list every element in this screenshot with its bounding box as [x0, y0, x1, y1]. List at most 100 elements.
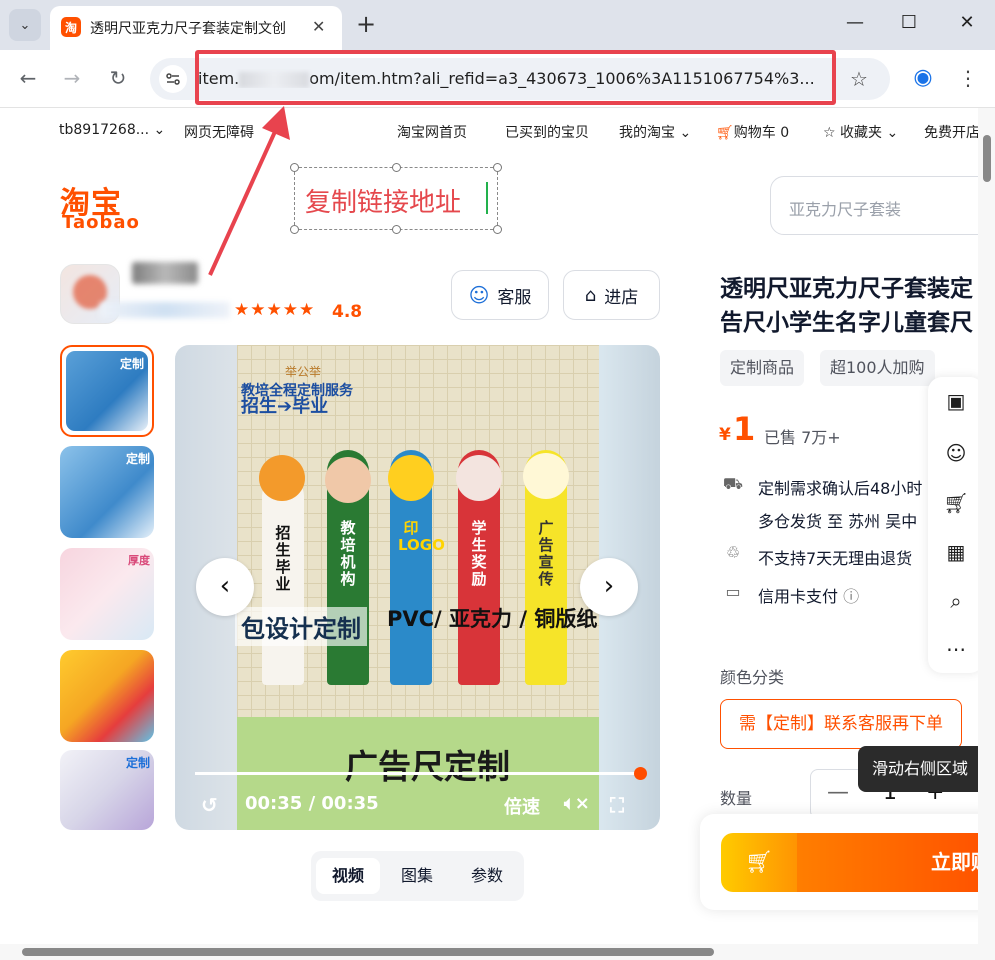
back-arrow-icon[interactable]: ← [16, 66, 40, 90]
rating-value: 4.8 [332, 302, 363, 322]
thumbnail-3[interactable]: 厚度 [60, 548, 154, 640]
video-banner-right: PVC/ 亚克力 / 铜版纸 [387, 607, 598, 631]
favorites-link[interactable]: ☆ 收藏夹 ⌄ [823, 122, 898, 142]
chevron-down-icon: ⌄ [19, 17, 31, 33]
annotation-textbox[interactable]: 复制链接地址 [290, 163, 502, 234]
search-placeholder: 亚克力尺子套装 [789, 200, 902, 219]
new-tab-button[interactable]: + [352, 10, 380, 38]
mascot-rabbit [456, 455, 502, 501]
cart-icon[interactable]: 🛒︎ [942, 489, 970, 517]
taobao-logo-en: Taobao [62, 212, 140, 233]
price-value: 1 [733, 410, 756, 448]
bought-link[interactable]: 已买到的宝贝 [505, 122, 589, 142]
mascot-cat [325, 457, 371, 503]
accessibility-link[interactable]: 网页无障碍 [184, 122, 254, 142]
taobao-site-bar: tb8917268... ⌄ 网页无障碍 淘宝网首页 已买到的宝贝 我的淘宝 ⌄… [0, 108, 995, 152]
add-to-cart-button[interactable]: 🛒︎ [721, 833, 797, 892]
mascot-bun [523, 453, 569, 499]
shop-name-redacted[interactable] [132, 262, 198, 284]
progress-handle[interactable] [634, 767, 647, 780]
custom-tag: 定制商品 [720, 350, 805, 386]
cart-icon: 🛒︎ [716, 125, 734, 141]
text-cursor [486, 182, 488, 214]
chat-icon[interactable]: ☺ [942, 439, 970, 467]
minimize-button[interactable]: — [843, 12, 867, 33]
url-highlight-box [195, 50, 836, 105]
tab-gallery[interactable]: 图集 [385, 858, 449, 894]
search-list-icon[interactable]: ⌕ [942, 587, 970, 615]
buy-now-button[interactable]: 立即购买 [797, 833, 995, 892]
price-symbol: ¥ [719, 425, 731, 445]
return-policy: 不支持7天无理由退货 [758, 549, 913, 568]
prev-arrow-button[interactable]: ‹ [196, 558, 254, 616]
product-video[interactable]: 教培全程定制服务 招生➔毕业 举公举 招生毕业 教培机构 印LOGO 学生奖励 … [175, 345, 660, 830]
enter-shop-button[interactable]: ⌂ 进店 [563, 270, 660, 320]
chat-bot-icon: ☺ [468, 283, 490, 307]
product-title: 透明尺亚克力尺子套装定 告尺小学生名字儿童套尺 [720, 276, 973, 336]
forward-arrow-icon[interactable]: → [60, 66, 84, 90]
bookmark-star-icon[interactable]: ☆ [850, 67, 868, 91]
browser-tab[interactable]: 淘 透明尺亚克力尺子套装定制文创 ✕ [50, 6, 342, 50]
shipping-info: 定制需求确认后48小时 [758, 479, 923, 498]
tab-search-button[interactable]: ⌄ [9, 9, 41, 41]
thumbnail-2[interactable]: 定制 [60, 446, 154, 538]
menu-kebab-icon[interactable]: ⋮ [956, 66, 980, 90]
mute-icon[interactable]: 🔈︎× [564, 793, 590, 814]
mascot-chick [388, 455, 434, 501]
sku-option-button[interactable]: 需【定制】联系客服再下单 [720, 699, 962, 749]
home-link[interactable]: 淘宝网首页 [397, 122, 467, 142]
popularity-tag: 超100人加购 [820, 350, 935, 386]
speed-button[interactable]: 倍速 [504, 793, 540, 819]
enter-shop-label: 进店 [604, 287, 639, 308]
my-taobao-link[interactable]: 我的淘宝 ⌄ [619, 122, 691, 142]
cart-plus-icon: 🛒︎ [745, 850, 773, 875]
floating-toolbar: ▣ ☺ 🛒︎ ▦ ⌕ ⋯ [928, 377, 984, 673]
decrease-button[interactable]: — [827, 780, 849, 805]
annotation-text: 复制链接地址 [305, 188, 462, 218]
mascot-fox [259, 455, 305, 501]
thumbnail-1[interactable]: 定制 [60, 345, 154, 437]
replay-icon[interactable]: ↺ [201, 793, 218, 817]
info-icon: ⓘ [843, 587, 860, 606]
purchase-bar: 🛒︎ 立即购买 [700, 814, 995, 910]
video-brand: 举公举 [285, 365, 322, 379]
maximize-button[interactable]: ☐ [897, 12, 921, 33]
more-icon[interactable]: ⋯ [942, 635, 970, 663]
rating-stars: ★★★★★ [234, 300, 316, 320]
sold-count: 已售 7万+ [764, 428, 841, 447]
customer-service-button[interactable]: ☺ 客服 [451, 270, 549, 320]
close-tab-icon[interactable]: ✕ [312, 17, 325, 36]
user-account-link[interactable]: tb8917268... ⌄ [59, 122, 165, 138]
shop-icon: ⌂ [584, 284, 597, 306]
search-input[interactable]: 亚克力尺子套装 [770, 176, 995, 235]
horizontal-scrollbar[interactable] [0, 944, 978, 960]
color-category-label: 颜色分类 [720, 668, 785, 687]
profile-icon[interactable]: ◉ [911, 66, 935, 90]
video-banner-left: 包设计定制 [235, 607, 367, 646]
reload-icon[interactable]: ↻ [106, 66, 130, 90]
service-label: 客服 [497, 287, 532, 308]
taobao-favicon-icon: 淘 [61, 17, 81, 37]
next-arrow-button[interactable]: › [580, 558, 638, 616]
apps-grid-icon[interactable]: ▦ [942, 538, 970, 566]
tab-video[interactable]: 视频 [316, 858, 380, 894]
thumbnail-5[interactable]: 定制 [60, 750, 154, 830]
quantity-label: 数量 [720, 789, 753, 808]
vertical-scrollbar[interactable] [978, 108, 995, 960]
media-tabs: 视频 图集 参数 [311, 851, 524, 901]
shield-icon: ♲ [725, 543, 741, 562]
credit-card-pay: 信用卡支付 ⓘ [758, 587, 860, 606]
cart-link[interactable]: 🛒︎购物车 0 [716, 122, 789, 142]
taobao-screen-icon[interactable]: ▣ [942, 387, 970, 415]
thumbnail-4[interactable] [60, 650, 154, 742]
shipping-origin[interactable]: 多仓发货 至 苏州 吴中 [758, 508, 917, 532]
tab-strip: ⌄ 淘 透明尺亚克力尺子套装定制文创 ✕ + — ☐ ✕ [0, 0, 995, 50]
site-info-icon[interactable] [159, 65, 187, 93]
tab-params[interactable]: 参数 [455, 858, 519, 894]
open-shop-link[interactable]: 免费开店 [924, 122, 980, 142]
video-progress-bar[interactable] [195, 767, 647, 780]
video-bottom-text: 广告尺定制 [345, 747, 510, 786]
close-window-button[interactable]: ✕ [955, 12, 979, 33]
fullscreen-icon[interactable]: ⛶ [610, 793, 624, 817]
tab-title: 透明尺亚克力尺子套装定制文创 [90, 21, 286, 37]
